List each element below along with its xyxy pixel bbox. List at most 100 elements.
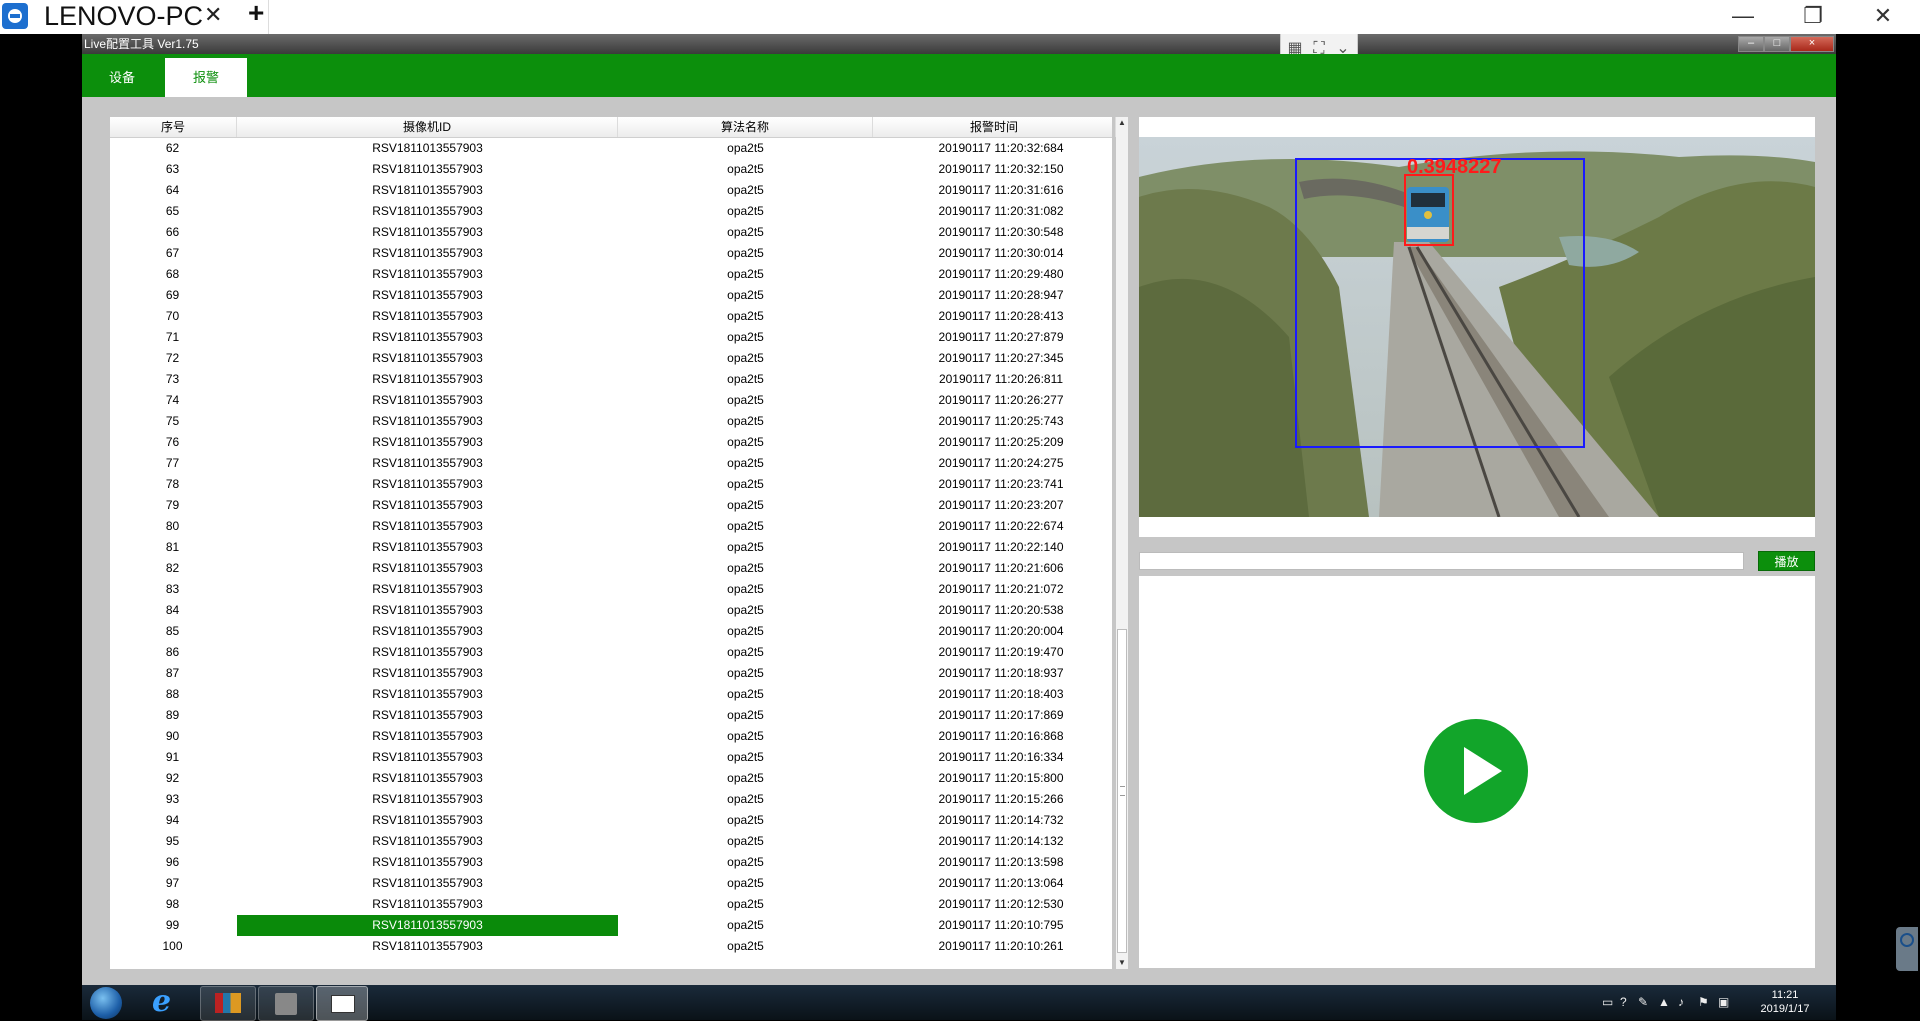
keyboard-icon[interactable]: ▭ (1602, 995, 1613, 1009)
table-row[interactable]: 87 RSV1811013557903 opa2t5 20190117 11:20:1… (110, 663, 1112, 684)
cell-alarm-time: 20190117 11:20:10:261 (938, 939, 1064, 953)
table-row[interactable]: 73 RSV1811013557903 opa2t5 20190117 11:20:2… (110, 369, 1112, 390)
table-scrollbar[interactable]: ▲ ▼ (1116, 117, 1128, 969)
cell-algorithm: opa2t5 (727, 792, 764, 806)
table-row[interactable]: 69 RSV1811013557903 opa2t5 20190117 11:20:2… (110, 285, 1112, 306)
table-row[interactable]: 76 RSV1811013557903 opa2t5 20190117 11:20:2… (110, 432, 1112, 453)
scroll-down-icon[interactable]: ▼ (1116, 957, 1128, 969)
cell-index: 72 (165, 351, 180, 365)
table-row[interactable]: 66 RSV1811013557903 opa2t5 20190117 11:20:3… (110, 222, 1112, 243)
cell-index: 93 (165, 792, 180, 806)
table-row[interactable]: 68 RSV1811013557903 opa2t5 20190117 11:20:2… (110, 264, 1112, 285)
cell-alarm-time: 20190117 11:20:14:132 (938, 834, 1064, 848)
cell-algorithm: opa2t5 (727, 267, 764, 281)
action-center-flag-icon[interactable]: ⚑ (1698, 995, 1709, 1009)
table-row[interactable]: 92 RSV1811013557903 opa2t5 20190117 11:20:1… (110, 768, 1112, 789)
add-tab-icon[interactable]: + (248, 0, 264, 30)
network-tool-icon[interactable] (258, 986, 314, 1021)
table-row[interactable]: 100 RSV1811013557903 opa2t5 20190117 11:20:… (110, 936, 1112, 957)
table-row[interactable]: 80 RSV1811013557903 opa2t5 20190117 11:20:2… (110, 516, 1112, 537)
close-window-button[interactable]: ✕ (1853, 0, 1913, 34)
table-row[interactable]: 77 RSV1811013557903 opa2t5 20190117 11:20:2… (110, 453, 1112, 474)
restore-window-button[interactable]: ❐ (1783, 0, 1843, 34)
help-icon[interactable]: ? (1620, 995, 1627, 1009)
table-row[interactable]: 62 RSV1811013557903 opa2t5 20190117 11:20:3… (110, 138, 1112, 159)
cell-index: 81 (165, 540, 180, 554)
tab-device[interactable]: 设备 (82, 58, 162, 97)
table-row[interactable]: 85 RSV1811013557903 opa2t5 20190117 11:20:2… (110, 621, 1112, 642)
teamviewer-side-panel-icon[interactable] (1896, 927, 1918, 971)
table-row[interactable]: 97 RSV1811013557903 opa2t5 20190117 11:20:1… (110, 873, 1112, 894)
table-row[interactable]: 70 RSV1811013557903 opa2t5 20190117 11:20:2… (110, 306, 1112, 327)
tab-alarm[interactable]: 报警 (165, 58, 247, 97)
table-row[interactable]: 96 RSV1811013557903 opa2t5 20190117 11:20:1… (110, 852, 1112, 873)
table-row[interactable]: 63 RSV1811013557903 opa2t5 20190117 11:20:3… (110, 159, 1112, 180)
cell-camera-id: RSV1811013557903 (372, 603, 483, 617)
cell-camera-id: RSV1811013557903 (372, 309, 483, 323)
table-row[interactable]: 72 RSV1811013557903 opa2t5 20190117 11:20:2… (110, 348, 1112, 369)
table-row[interactable]: 88 RSV1811013557903 opa2t5 20190117 11:20:1… (110, 684, 1112, 705)
table-row[interactable]: 95 RSV1811013557903 opa2t5 20190117 11:20:1… (110, 831, 1112, 852)
play-icon[interactable] (1424, 719, 1528, 823)
start-button[interactable] (90, 987, 122, 1019)
table-row[interactable]: 64 RSV1811013557903 opa2t5 20190117 11:20:3… (110, 180, 1112, 201)
close-tab-icon[interactable]: ✕ (204, 0, 222, 30)
cell-camera-id: RSV1811013557903 (372, 813, 483, 827)
cell-camera-id: RSV1811013557903 (372, 834, 483, 848)
table-row[interactable]: 93 RSV1811013557903 opa2t5 20190117 11:20:1… (110, 789, 1112, 810)
video-url-input[interactable] (1139, 552, 1744, 570)
app-titlebar: Live配置工具 Ver1.75 – □ × (82, 34, 1836, 54)
show-hidden-icons-icon[interactable]: ▲ (1658, 995, 1670, 1009)
cell-algorithm: opa2t5 (727, 771, 764, 785)
table-row[interactable]: 94 RSV1811013557903 opa2t5 20190117 11:20:1… (110, 810, 1112, 831)
cell-algorithm: opa2t5 (727, 918, 764, 932)
cell-algorithm: opa2t5 (727, 729, 764, 743)
table-row[interactable]: 90 RSV1811013557903 opa2t5 20190117 11:20:1… (110, 726, 1112, 747)
cell-camera-id: RSV1811013557903 (372, 750, 483, 764)
table-row[interactable]: 71 RSV1811013557903 opa2t5 20190117 11:20:2… (110, 327, 1112, 348)
table-row[interactable]: 78 RSV1811013557903 opa2t5 20190117 11:20:2… (110, 474, 1112, 495)
taskbar: e ▭ ? ✎ ▲ ♪ ⚑ ▣ 11:21 2019/1/17 (82, 984, 1836, 1021)
pen-icon[interactable]: ✎ (1638, 995, 1648, 1009)
clock[interactable]: 11:21 2019/1/17 (1750, 988, 1820, 1016)
config-tool-taskbar-icon[interactable] (316, 986, 368, 1021)
table-row[interactable]: 91 RSV1811013557903 opa2t5 20190117 11:20:1… (110, 747, 1112, 768)
table-row[interactable]: 86 RSV1811013557903 opa2t5 20190117 11:20:1… (110, 642, 1112, 663)
table-row[interactable]: 99 RSV1811013557903 opa2t5 20190117 11:20:1… (110, 915, 1112, 936)
table-row[interactable]: 81 RSV1811013557903 opa2t5 20190117 11:20:2… (110, 537, 1112, 558)
table-row[interactable]: 74 RSV1811013557903 opa2t5 20190117 11:20:2… (110, 390, 1112, 411)
cell-index: 99 (165, 918, 180, 932)
scrollbar-thumb[interactable] (1117, 629, 1127, 953)
table-row[interactable]: 83 RSV1811013557903 opa2t5 20190117 11:20:2… (110, 579, 1112, 600)
cell-camera-id: RSV1811013557903 (372, 456, 483, 470)
cell-alarm-time: 20190117 11:20:25:743 (938, 414, 1064, 428)
internet-explorer-icon[interactable]: e (138, 984, 192, 1019)
column-header-algorithm[interactable]: 算法名称 (618, 117, 873, 137)
cell-alarm-time: 20190117 11:20:18:403 (938, 687, 1064, 701)
cell-camera-id: RSV1811013557903 (372, 288, 483, 302)
network-icon[interactable]: ▣ (1718, 995, 1729, 1009)
scroll-up-icon[interactable]: ▲ (1116, 117, 1128, 129)
volume-icon[interactable]: ♪ (1678, 995, 1684, 1009)
minimize-window-button[interactable]: — (1713, 0, 1773, 34)
archive-app-icon[interactable] (200, 986, 256, 1021)
cell-index: 92 (165, 771, 180, 785)
table-row[interactable]: 65 RSV1811013557903 opa2t5 20190117 11:20:3… (110, 201, 1112, 222)
app-close-button[interactable]: × (1790, 36, 1834, 52)
column-header-index[interactable]: 序号 (110, 117, 237, 137)
table-row[interactable]: 98 RSV1811013557903 opa2t5 20190117 11:20:1… (110, 894, 1112, 915)
table-row[interactable]: 79 RSV1811013557903 opa2t5 20190117 11:20:2… (110, 495, 1112, 516)
app-title: Live配置工具 Ver1.75 (84, 37, 199, 51)
column-header-alarm-time[interactable]: 报警时间 (873, 117, 1116, 137)
clock-time: 11:21 (1771, 989, 1799, 1001)
table-row[interactable]: 89 RSV1811013557903 opa2t5 20190117 11:20:1… (110, 705, 1112, 726)
table-row[interactable]: 67 RSV1811013557903 opa2t5 20190117 11:20:3… (110, 243, 1112, 264)
app-maximize-button[interactable]: □ (1764, 36, 1790, 52)
table-row[interactable]: 82 RSV1811013557903 opa2t5 20190117 11:20:2… (110, 558, 1112, 579)
play-button[interactable]: 播放 (1758, 551, 1815, 571)
column-header-camera-id[interactable]: 摄像机ID (237, 117, 618, 137)
host-tab[interactable]: LENOVO-PC ✕ (0, 0, 269, 34)
table-row[interactable]: 84 RSV1811013557903 opa2t5 20190117 11:20:2… (110, 600, 1112, 621)
table-row[interactable]: 75 RSV1811013557903 opa2t5 20190117 11:20:2… (110, 411, 1112, 432)
app-minimize-button[interactable]: – (1738, 36, 1764, 52)
